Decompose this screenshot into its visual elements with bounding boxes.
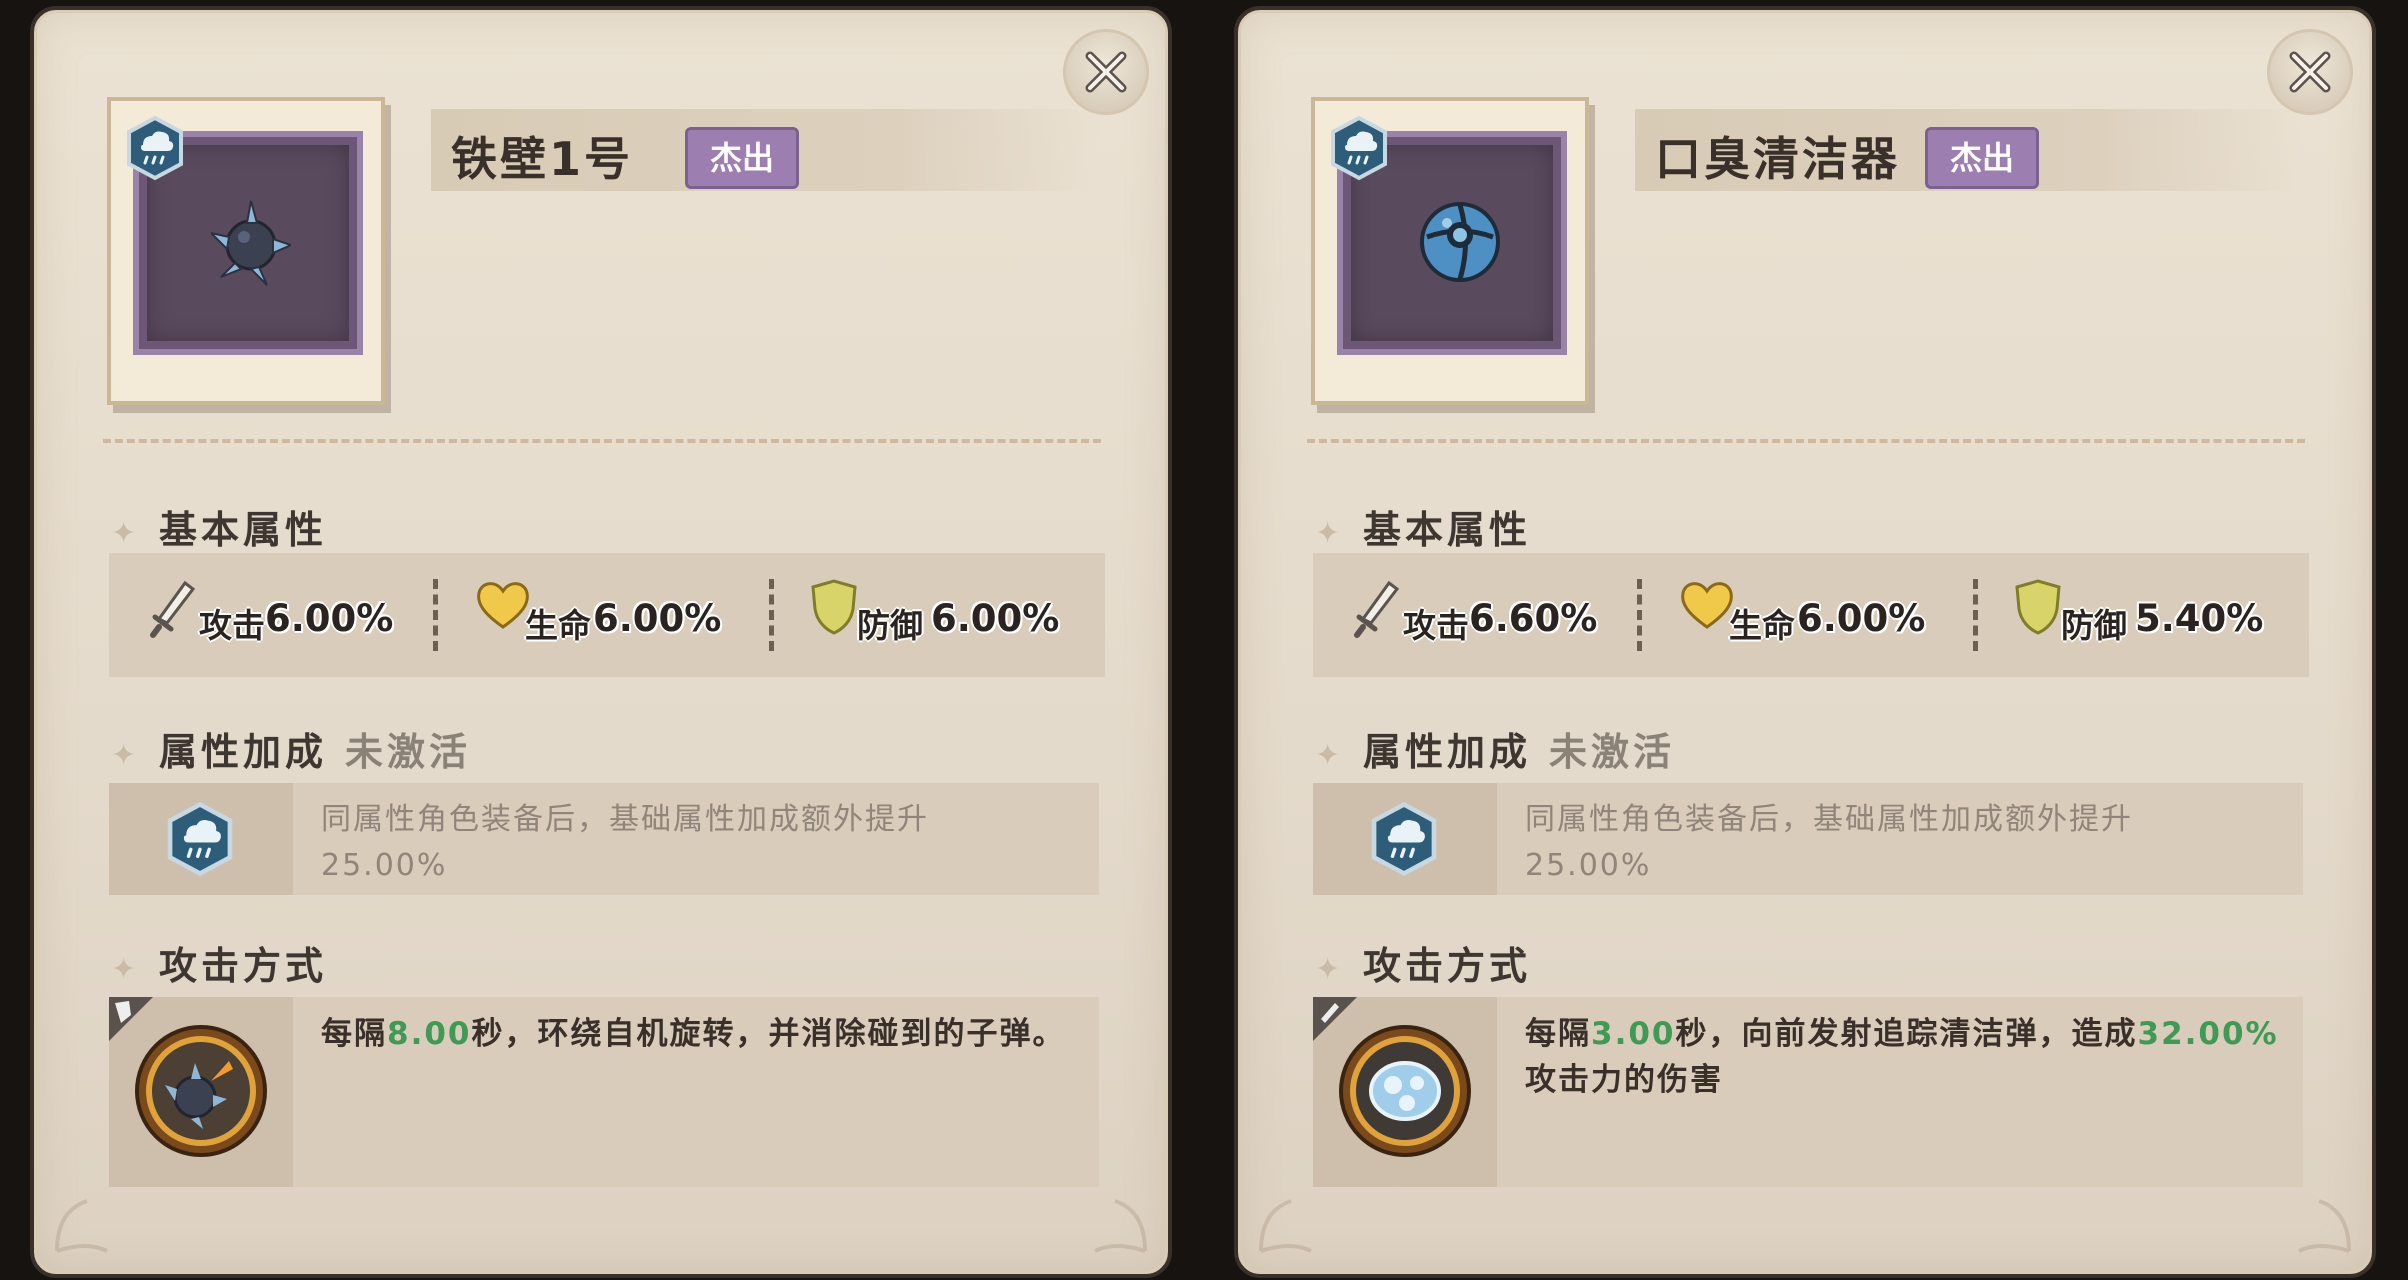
attack-box: 每隔8.00秒，环绕自机旋转，并消除碰到的子弹。: [109, 997, 1099, 1187]
title-strip: 铁壁1号 杰出: [431, 109, 1099, 191]
bonus-box: 同属性角色装备后，基础属性加成额外提升 25.00%: [109, 783, 1099, 895]
water-element-icon: [1371, 801, 1437, 877]
section-attribute-bonus: ✦ 属性加成 未激活: [111, 730, 472, 774]
divider: [103, 439, 1101, 443]
sparkle-icon: ✦: [1315, 952, 1345, 987]
stat-hp: 生命 6.00%: [475, 575, 755, 655]
sparkle-icon: ✦: [111, 516, 141, 551]
water-element-icon: [1331, 115, 1387, 181]
sword-icon: [1354, 580, 1400, 638]
section-attack-mode: ✦ 攻击方式: [111, 944, 328, 988]
stat-separator: [1973, 579, 1978, 651]
stat-defense: 防御 6.00%: [807, 575, 1097, 655]
corner-ornament-icon: [2298, 1199, 2351, 1253]
sword-icon: [150, 580, 196, 638]
corner-ornament-icon: [1259, 1199, 1312, 1253]
close-icon: [2289, 51, 2331, 93]
blue-orb-icon: [1420, 202, 1500, 282]
water-element-icon: [127, 115, 183, 181]
stat-separator: [769, 579, 774, 651]
rarity-badge: 杰出: [1925, 127, 2040, 189]
item-detail-panel-left: 铁壁1号 杰出 ✦ 基本属性 攻击 6.00% 生命 6.00% 防御 6.00…: [34, 10, 1168, 1274]
bonus-status: 未激活: [345, 730, 472, 774]
stat-separator: [1637, 579, 1642, 651]
attack-description: 每隔8.00秒，环绕自机旋转，并消除碰到的子弹。: [321, 1016, 1066, 1052]
item-portrait: [107, 97, 385, 405]
stat-attack: 攻击 6.60%: [1353, 575, 1603, 655]
item-portrait: [1311, 97, 1589, 405]
divider: [1307, 439, 2305, 443]
stats-box: 攻击 6.00% 生命 6.00% 防御 6.00%: [109, 553, 1105, 677]
stats-box: 攻击 6.60% 生命 6.00% 防御 5.40%: [1313, 553, 2309, 677]
spiked-ball-medal-icon: [135, 1025, 267, 1157]
stat-hp: 生命 6.00%: [1679, 575, 1959, 655]
sparkle-icon: ✦: [1315, 516, 1345, 551]
sparkle-icon: ✦: [1315, 738, 1345, 773]
item-name: 铁壁1号: [451, 132, 634, 186]
title-strip: 口臭清洁器 杰出: [1635, 109, 2303, 191]
stat-defense: 防御 5.40%: [2011, 575, 2301, 655]
sparkle-icon: ✦: [111, 738, 141, 773]
water-element-icon: [167, 801, 233, 877]
bonus-description: 同属性角色装备后，基础属性加成额外提升 25.00%: [1525, 802, 2133, 883]
spiked-ball-icon: [211, 200, 291, 286]
bonus-status: 未激活: [1549, 730, 1676, 774]
item-detail-panel-right: 口臭清洁器 杰出 ✦ 基本属性 攻击 6.60% 生命 6.00% 防御 5.4…: [1238, 10, 2372, 1274]
attack-description: 每隔3.00秒，向前发射追踪清洁弹，造成32.00%攻击力的伤害: [1525, 1016, 2279, 1098]
corner-ornament-icon: [1094, 1199, 1147, 1253]
rarity-badge: 杰出: [685, 127, 800, 189]
section-basic-attributes: ✦ 基本属性: [1315, 508, 1532, 552]
bonus-box: 同属性角色装备后，基础属性加成额外提升 25.00%: [1313, 783, 2303, 895]
section-attribute-bonus: ✦ 属性加成 未激活: [1315, 730, 1676, 774]
section-basic-attributes: ✦ 基本属性: [111, 508, 328, 552]
close-button[interactable]: [1063, 29, 1149, 115]
heart-icon: [477, 582, 529, 629]
corner-ornament-icon: [55, 1199, 108, 1253]
bonus-description: 同属性角色装备后，基础属性加成额外提升 25.00%: [321, 802, 929, 883]
stat-separator: [433, 579, 438, 651]
item-name: 口臭清洁器: [1655, 132, 1900, 186]
attack-box: 每隔3.00秒，向前发射追踪清洁弹，造成32.00%攻击力的伤害: [1313, 997, 2303, 1187]
section-attack-mode: ✦ 攻击方式: [1315, 944, 1532, 988]
close-icon: [1085, 51, 1127, 93]
stat-attack: 攻击 6.00%: [149, 575, 399, 655]
heart-icon: [1681, 582, 1733, 629]
shield-icon: [2015, 579, 2061, 635]
close-button[interactable]: [2267, 29, 2353, 115]
sparkle-icon: ✦: [111, 952, 141, 987]
cleaning-bomb-medal-icon: [1339, 1025, 1471, 1157]
shield-icon: [811, 579, 857, 635]
